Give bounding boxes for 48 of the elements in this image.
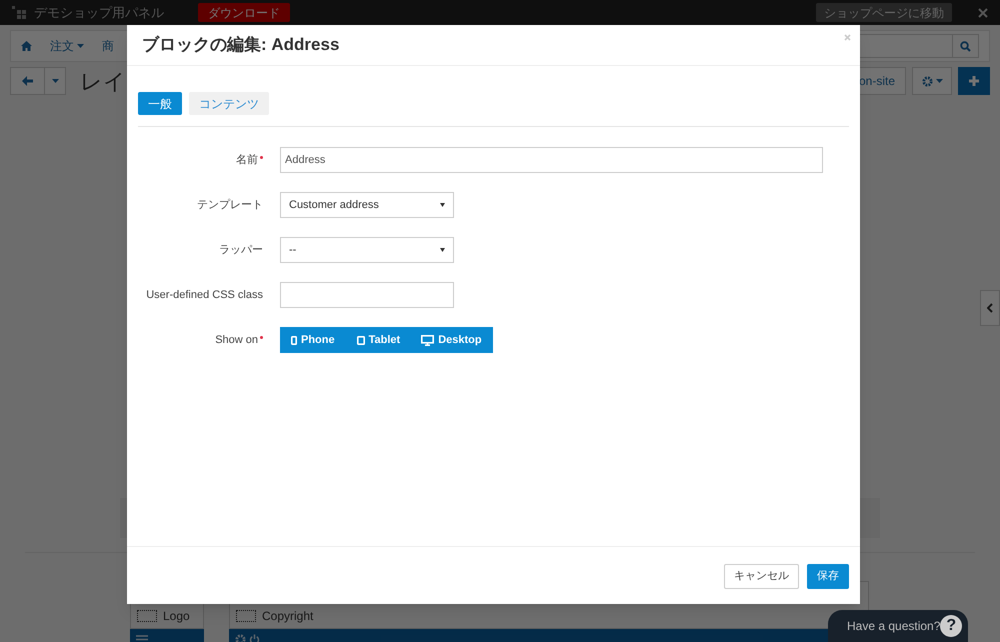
power-icon[interactable]: [249, 634, 260, 642]
cancel-button[interactable]: キャンセル: [724, 564, 799, 588]
text-input[interactable]: Address: [280, 147, 823, 173]
block-label: Copyright: [262, 610, 314, 622]
caret-icon[interactable]: [440, 203, 445, 207]
close-icon[interactable]: [978, 8, 988, 18]
settings-icon[interactable]: [922, 76, 932, 86]
back-arrow-icon[interactable]: [22, 76, 33, 86]
field-label: Show on: [215, 332, 258, 348]
nav-menu-item[interactable]: 注文: [50, 37, 84, 55]
field-label: User-defined CSS class: [146, 288, 263, 303]
caret-icon[interactable]: [440, 248, 445, 252]
search-icon[interactable]: [960, 40, 971, 52]
close-icon[interactable]: [844, 34, 851, 41]
field-label: 名前: [236, 152, 258, 168]
menu-icon[interactable]: [136, 634, 148, 642]
text-input[interactable]: [280, 282, 454, 308]
tablet-icon: [356, 336, 365, 344]
back-button-group[interactable]: [10, 67, 66, 95]
add-button[interactable]: [958, 67, 990, 95]
block-label: Logo: [163, 610, 190, 622]
grid-logo-icon: [12, 6, 26, 20]
monitor-icon: [421, 334, 434, 346]
block-icon: [137, 610, 157, 622]
save-button[interactable]: 保存: [807, 564, 849, 588]
side-panel-tab[interactable]: [980, 290, 1000, 326]
field-label: テンプレート: [197, 198, 263, 213]
phone-icon: [291, 336, 297, 344]
panel-title: デモショップ用パネル: [34, 4, 164, 22]
plus-icon[interactable]: [969, 76, 979, 86]
home-icon[interactable]: [21, 41, 32, 51]
tab[interactable]: 一般: [138, 92, 182, 115]
tab[interactable]: コンテンツ: [189, 92, 269, 115]
chevron-left-icon[interactable]: [987, 303, 993, 313]
help-icon[interactable]: ?: [940, 615, 962, 637]
field-label: ラッパー: [219, 242, 263, 258]
device-toggle-button[interactable]: Desktop: [411, 327, 493, 353]
device-toggle-button[interactable]: Phone: [280, 327, 346, 353]
block-icon: [236, 610, 256, 622]
page-title: レイ: [80, 68, 126, 96]
select-dropdown[interactable]: --: [280, 237, 454, 263]
help-widget[interactable]: Have a question? ?: [828, 610, 968, 642]
nav-menu-item[interactable]: 商: [102, 37, 114, 55]
settings-button[interactable]: [912, 67, 952, 95]
dialog-title: ブロックの編集: Address: [142, 34, 340, 56]
device-toggle-button[interactable]: Tablet: [346, 327, 412, 353]
select-dropdown[interactable]: Customer address: [280, 192, 454, 218]
download-button[interactable]: ダウンロード: [198, 3, 290, 22]
